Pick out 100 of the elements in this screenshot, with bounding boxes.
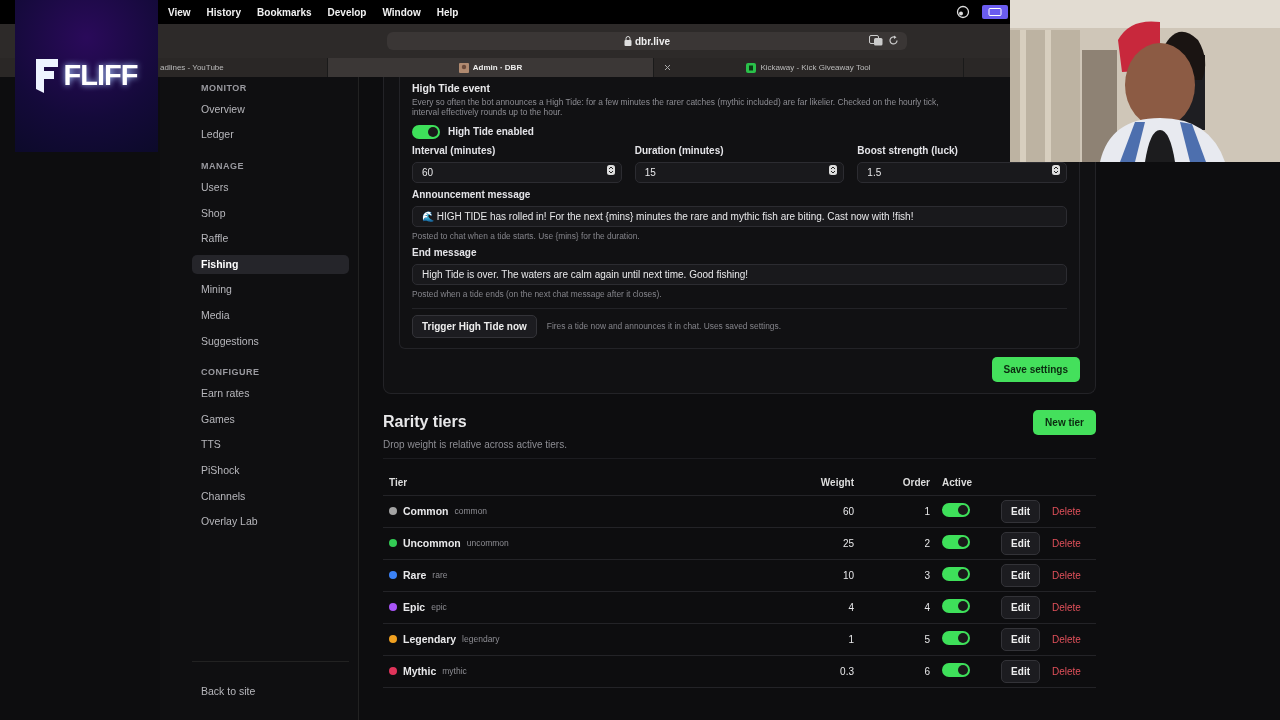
edit-button[interactable]: Edit xyxy=(1001,627,1040,651)
menu-item[interactable]: History xyxy=(198,4,250,20)
number-field[interactable]: 60 xyxy=(412,161,622,183)
number-field[interactable]: 15 xyxy=(634,161,845,183)
field-label: Announcement message xyxy=(412,188,532,201)
field-label: Duration (minutes) xyxy=(634,144,725,157)
close-icon[interactable] xyxy=(664,64,671,71)
sidebar-item[interactable]: Ledger xyxy=(192,125,349,146)
tier-key: mythic xyxy=(442,665,467,678)
tier-key: rare xyxy=(432,569,448,582)
menu-item[interactable]: View xyxy=(160,4,199,20)
tier-name: Legendary xyxy=(403,631,457,647)
sidebar-item[interactable]: PiShock xyxy=(192,461,349,481)
table-cell: 4 xyxy=(924,601,930,613)
toggle-switch[interactable] xyxy=(942,503,970,518)
menu-item[interactable]: Develop xyxy=(319,4,375,20)
logo-icon xyxy=(35,59,58,93)
sidebar-item[interactable]: Overlay Lab xyxy=(192,512,349,532)
section-heading: CONFIGURE xyxy=(200,366,261,380)
edit-button[interactable]: Edit xyxy=(1001,499,1040,523)
new-tier-button[interactable]: New tier xyxy=(1033,409,1096,435)
sidebar-item[interactable]: Mining xyxy=(192,280,349,301)
field-label: Interval (minutes) xyxy=(412,144,497,157)
table-cell: 0.3 xyxy=(840,665,854,677)
toggle-label: High Tide enabled xyxy=(448,125,534,138)
tier-key: uncommon xyxy=(466,537,509,550)
table-cell: 10 xyxy=(842,569,854,581)
delete-link[interactable]: Delete xyxy=(1052,633,1081,645)
back-link[interactable]: Back to site xyxy=(201,685,256,698)
menu-item[interactable]: Bookmarks xyxy=(249,4,320,20)
description-text: interval effectively rounds up to the hour. xyxy=(412,106,564,117)
help-text: Posted when a tide ends (on the next chat message after it closes). xyxy=(412,288,663,299)
address-bar[interactable]: dbr.live xyxy=(387,32,907,50)
table-cell: 25 xyxy=(842,537,854,549)
tier-name: Uncommon xyxy=(403,535,461,551)
screen-share-icon[interactable] xyxy=(982,5,1008,19)
menu-item[interactable]: Help xyxy=(428,4,467,20)
save-button[interactable]: Save settings xyxy=(991,356,1080,382)
tier-key: epic xyxy=(431,601,447,614)
sidebar-item[interactable]: Fishing xyxy=(192,254,349,275)
sidebar-item[interactable]: Raffle xyxy=(192,229,349,249)
edit-button[interactable]: Edit xyxy=(1001,531,1040,555)
field-label: End message xyxy=(412,246,478,259)
browser-tab[interactable]: Admin · DBR xyxy=(328,58,654,77)
status-icon[interactable] xyxy=(956,5,970,19)
delete-link[interactable]: Delete xyxy=(1052,537,1081,549)
sidebar-item[interactable]: Overview xyxy=(192,99,349,120)
toggle-switch[interactable] xyxy=(412,124,440,139)
table-cell: 60 xyxy=(842,505,854,517)
toggle-switch[interactable] xyxy=(942,631,970,646)
table-cell: 3 xyxy=(924,569,930,581)
delete-link[interactable]: Delete xyxy=(1052,569,1081,581)
table-cell: 5 xyxy=(924,633,930,645)
app-icon xyxy=(746,62,757,73)
delete-link[interactable]: Delete xyxy=(1052,505,1081,517)
number-field[interactable]: 1.5 xyxy=(857,161,1067,183)
spinner-icon[interactable] xyxy=(829,164,838,175)
spinner-icon[interactable] xyxy=(1052,164,1060,175)
table-cell: 2 xyxy=(924,537,930,549)
sidebar-item[interactable]: Users xyxy=(192,177,349,198)
section-title: High Tide event xyxy=(412,81,491,96)
sidebar-item[interactable]: Suggestions xyxy=(192,331,349,352)
toggle-switch[interactable] xyxy=(942,599,970,614)
toggle-switch[interactable] xyxy=(942,535,970,550)
logo: FLIFF xyxy=(63,58,138,94)
delete-link[interactable]: Delete xyxy=(1052,665,1081,677)
avatar-icon xyxy=(458,62,469,73)
sidebar-item[interactable]: Games xyxy=(192,409,349,430)
field-label: Boost strength (luck) xyxy=(857,144,959,157)
table-cell: 6 xyxy=(924,665,930,677)
tier-key: legendary xyxy=(462,633,500,646)
translate-icon[interactable] xyxy=(869,35,883,46)
reload-icon[interactable] xyxy=(888,35,899,46)
spinner-icon[interactable] xyxy=(606,164,615,175)
subtitle-text: Drop weight is relative across active tiers. xyxy=(383,439,567,450)
table-cell: 4 xyxy=(848,601,854,613)
sidebar-item[interactable]: Shop xyxy=(192,203,349,224)
edit-button[interactable]: Edit xyxy=(1001,563,1040,587)
sidebar-item[interactable]: TTS xyxy=(192,435,349,456)
menu-item[interactable]: Window xyxy=(374,4,429,20)
toggle-switch[interactable] xyxy=(942,663,970,678)
sidebar-item[interactable]: Earn rates xyxy=(192,384,349,404)
tier-key: common xyxy=(454,505,488,518)
table-cell: 1 xyxy=(848,633,854,645)
edit-button[interactable]: Edit xyxy=(1001,595,1040,619)
sidebar-item[interactable]: Channels xyxy=(192,486,349,507)
tier-name: Mythic xyxy=(403,663,437,679)
edit-button[interactable]: Edit xyxy=(1001,659,1040,683)
lock-icon xyxy=(624,36,632,46)
section-title: Rarity tiers xyxy=(383,411,468,432)
column-header: Active xyxy=(936,474,986,496)
message-field[interactable]: 🌊 HIGH TIDE has rolled in! For the next {mins} minutes the rare and mythic fish are biting. Cast now with !fish! xyxy=(412,205,1067,227)
column-header: Tier xyxy=(383,474,739,496)
tier-name: Epic xyxy=(403,599,426,615)
help-text: Posted to chat when a tide starts. Use {mins} for the duration. xyxy=(412,230,641,241)
trigger-button[interactable]: Trigger High Tide now xyxy=(412,314,537,338)
sidebar-item[interactable]: Media xyxy=(192,306,349,326)
toggle-switch[interactable] xyxy=(942,567,970,582)
delete-link[interactable]: Delete xyxy=(1052,601,1081,613)
message-field[interactable]: High Tide is over. The waters are calm again until next time. Good fishing! xyxy=(412,263,1067,285)
